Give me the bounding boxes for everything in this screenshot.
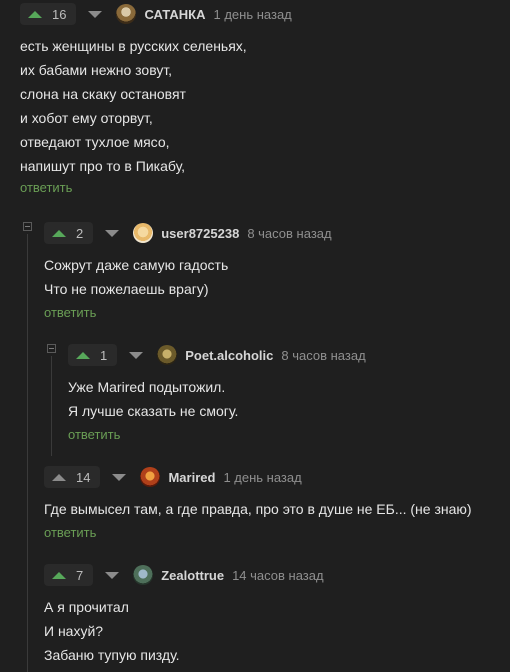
comment-body: есть женщины в русских селеньях, их баба… — [20, 34, 510, 178]
arrow-up-icon — [52, 473, 66, 481]
comment-body: Сожрут даже самую гадость Что не пожелае… — [44, 253, 510, 301]
comment-body: Где вымысел там, а где правда, про это в… — [44, 497, 510, 521]
comment-line: Что не пожелаешь врагу) — [44, 281, 209, 297]
downvote-button[interactable] — [99, 222, 125, 244]
collapse-thread-toggle[interactable] — [47, 344, 56, 353]
upvote-button[interactable]: 1 — [68, 344, 118, 366]
comment-score: 16 — [52, 6, 67, 22]
downvote-button[interactable] — [99, 564, 125, 586]
comment-line: слона на скаку остановят — [20, 86, 186, 102]
arrow-down-icon — [105, 229, 120, 237]
comment-line: Я лучше сказать не смогу. — [68, 403, 239, 419]
comment-body: А я прочитал И нахуй? Забаню тупую пизду… — [44, 595, 510, 667]
reply-link[interactable]: ответить — [44, 305, 96, 320]
comment-header: 1 Poet.alcoholic 8 часов назад — [68, 341, 510, 369]
upvote-button[interactable]: 7 — [44, 564, 94, 586]
comment-header: 16 САТАНКА 1 день назад — [20, 0, 510, 28]
comment-line: Сожрут даже самую гадость — [44, 257, 229, 273]
arrow-down-icon — [112, 473, 127, 481]
arrow-down-icon — [88, 10, 103, 18]
reply-link[interactable]: ответить — [44, 525, 96, 540]
comment-score: 2 — [76, 225, 84, 241]
avatar[interactable] — [116, 4, 137, 24]
comment-time[interactable]: 8 часов назад — [281, 348, 365, 363]
comment-time[interactable]: 1 день назад — [214, 7, 292, 22]
downvote-button[interactable] — [82, 3, 108, 25]
comment: 2 user8725238 8 часов назад Сожрут даже … — [44, 219, 510, 320]
reply-link[interactable]: ответить — [20, 180, 72, 195]
comment-line: А я прочитал — [44, 599, 129, 615]
arrow-down-icon — [129, 351, 144, 359]
comment: 7 Zealottrue 14 часов назад А я прочитал… — [44, 561, 510, 667]
comment-author[interactable]: САТАНКА — [144, 7, 205, 22]
downvote-button[interactable] — [123, 344, 149, 366]
comment-score: 14 — [76, 469, 91, 485]
comment-header: 7 Zealottrue 14 часов назад — [44, 561, 510, 589]
collapse-thread-toggle[interactable] — [23, 222, 32, 231]
comment-author[interactable]: Marired — [168, 470, 215, 485]
upvote-button[interactable]: 14 — [44, 466, 101, 488]
comment-body: Уже Marired подытожил. Я лучше сказать н… — [68, 375, 510, 423]
avatar[interactable] — [133, 223, 154, 243]
comment-time[interactable]: 8 часов назад — [247, 226, 331, 241]
upvote-button[interactable]: 16 — [20, 3, 77, 25]
arrow-up-icon — [52, 229, 66, 237]
thread-line — [51, 356, 52, 456]
comment-header: 2 user8725238 8 часов назад — [44, 219, 510, 247]
arrow-up-icon — [28, 10, 42, 18]
comment-author[interactable]: user8725238 — [161, 226, 239, 241]
comment: 16 САТАНКА 1 день назад есть женщины в р… — [20, 0, 510, 195]
comment-header: 14 Marired 1 день назад — [44, 463, 510, 491]
thread-line — [27, 234, 28, 672]
comment-line: И нахуй? — [44, 623, 104, 639]
comment-line: Где вымысел там, а где правда, про это в… — [44, 501, 472, 517]
comment-line: напишут про то в Пикабу, — [20, 158, 186, 174]
comment-author[interactable]: Zealottrue — [161, 568, 224, 583]
downvote-button[interactable] — [106, 466, 132, 488]
avatar[interactable] — [140, 467, 161, 487]
arrow-up-icon — [52, 571, 66, 579]
comment-line: Забаню тупую пизду. — [44, 647, 180, 663]
comment-line: и хобот ему оторвут, — [20, 110, 153, 126]
comment: 14 Marired 1 день назад Где вымысел там,… — [44, 463, 510, 540]
comment-score: 1 — [100, 347, 108, 363]
avatar[interactable] — [157, 345, 178, 365]
comment-line: есть женщины в русских селеньях, — [20, 38, 247, 54]
comment-line: Уже Marired подытожил. — [68, 379, 226, 395]
upvote-button[interactable]: 2 — [44, 222, 94, 244]
comment-line: отведают тухлое мясо, — [20, 134, 170, 150]
arrow-down-icon — [105, 571, 120, 579]
comment-line: их бабами нежно зовут, — [20, 62, 173, 78]
avatar[interactable] — [133, 565, 154, 585]
comment-time[interactable]: 1 день назад — [223, 470, 301, 485]
comment-author[interactable]: Poet.alcoholic — [185, 348, 273, 363]
comment: 1 Poet.alcoholic 8 часов назад Уже Marir… — [68, 341, 510, 442]
arrow-up-icon — [76, 351, 90, 359]
reply-link[interactable]: ответить — [68, 427, 120, 442]
comment-time[interactable]: 14 часов назад — [232, 568, 324, 583]
comment-score: 7 — [76, 567, 84, 583]
